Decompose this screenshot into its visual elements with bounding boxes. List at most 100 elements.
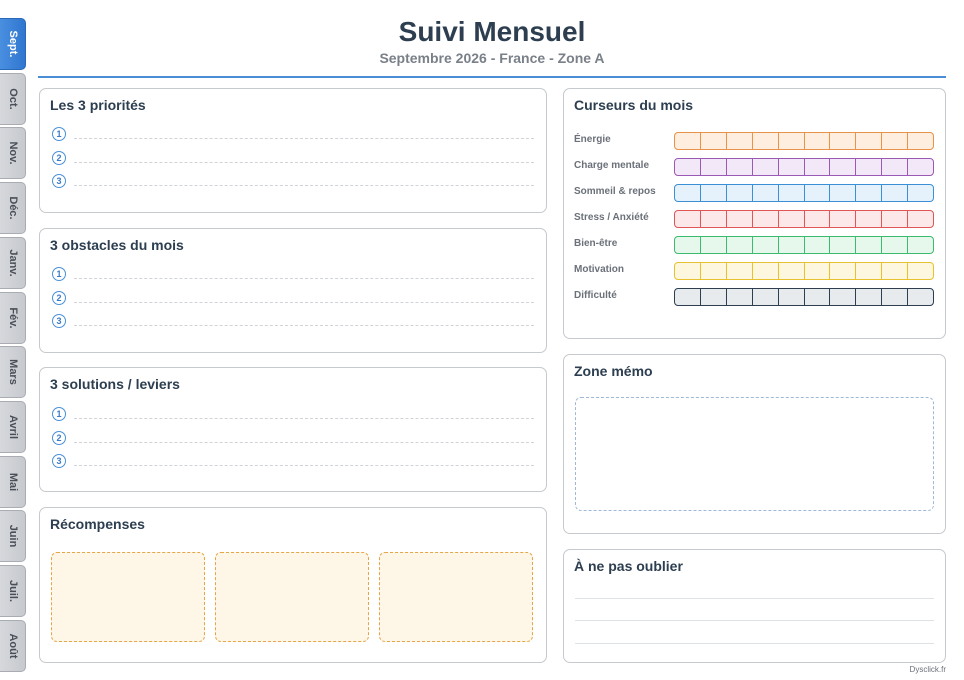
slider-segment[interactable] [701,263,727,279]
month-tab[interactable]: Déc. [0,182,26,235]
month-tab[interactable]: Sept. [0,18,26,70]
slider-segment[interactable] [727,263,753,279]
slider-segment[interactable] [753,185,779,201]
slider-segment[interactable] [675,133,701,149]
reminder-line[interactable] [575,598,934,599]
slider-segment[interactable] [805,133,831,149]
slider-segment[interactable] [856,159,883,175]
slider-segment[interactable] [727,211,753,227]
solutions-item[interactable]: 1 [52,407,534,425]
slider-segment[interactable] [675,211,701,227]
slider-segment[interactable] [805,211,831,227]
reward-box[interactable] [379,552,533,642]
slider-segment[interactable] [830,263,857,279]
slider-segment[interactable] [701,159,727,175]
slider-segment[interactable] [882,237,909,253]
month-tab[interactable]: Nov. [0,127,26,180]
month-tab[interactable]: Juin [0,510,26,563]
obstacles-item[interactable]: 1 [52,267,534,285]
slider-segment[interactable] [675,237,701,253]
priorities-item[interactable]: 1 [52,127,534,145]
slider-segment[interactable] [779,211,805,227]
month-tab[interactable]: Janv. [0,236,26,289]
slider-segment[interactable] [727,289,753,305]
slider-segment[interactable] [856,289,883,305]
slider-segment[interactable] [908,133,933,149]
slider-segment[interactable] [830,159,857,175]
slider-segment[interactable] [908,159,933,175]
slider-scale[interactable] [674,210,934,228]
slider-scale[interactable] [674,132,934,150]
slider-segment[interactable] [908,289,933,305]
slider-segment[interactable] [675,289,701,305]
slider-segment[interactable] [882,263,909,279]
month-tab[interactable]: Oct. [0,72,26,125]
slider-segment[interactable] [727,185,753,201]
slider-segment[interactable] [856,211,883,227]
slider-segment[interactable] [830,237,857,253]
solutions-item[interactable]: 3 [52,454,534,472]
obstacles-item[interactable]: 3 [52,314,534,332]
slider-segment[interactable] [727,237,753,253]
slider-segment[interactable] [701,211,727,227]
slider-segment[interactable] [753,237,779,253]
slider-segment[interactable] [701,133,727,149]
month-tab[interactable]: Mai [0,455,26,508]
slider-segment[interactable] [882,185,909,201]
slider-segment[interactable] [805,159,831,175]
slider-segment[interactable] [830,185,857,201]
slider-scale[interactable] [674,288,934,306]
month-tab[interactable]: Fév. [0,291,26,344]
slider-segment[interactable] [856,237,883,253]
slider-segment[interactable] [882,289,909,305]
slider-segment[interactable] [908,211,933,227]
reminder-line[interactable] [575,643,934,644]
slider-segment[interactable] [856,185,883,201]
slider-segment[interactable] [779,263,805,279]
slider-segment[interactable] [882,159,909,175]
slider-segment[interactable] [779,237,805,253]
slider-segment[interactable] [882,211,909,227]
slider-segment[interactable] [856,133,883,149]
slider-segment[interactable] [701,289,727,305]
slider-segment[interactable] [753,263,779,279]
reward-box[interactable] [51,552,205,642]
priorities-item[interactable]: 2 [52,150,534,169]
month-tab[interactable]: Mars [0,346,26,399]
slider-segment[interactable] [675,185,701,201]
slider-scale[interactable] [674,158,934,176]
slider-segment[interactable] [779,133,805,149]
slider-segment[interactable] [701,237,727,253]
reminder-line[interactable] [575,620,934,621]
obstacles-item[interactable]: 2 [52,290,534,309]
slider-scale[interactable] [674,184,934,202]
slider-segment[interactable] [701,185,727,201]
month-tab[interactable]: Avril [0,400,26,453]
slider-segment[interactable] [779,185,805,201]
slider-scale[interactable] [674,236,934,254]
slider-segment[interactable] [805,237,831,253]
slider-segment[interactable] [908,263,933,279]
slider-segment[interactable] [908,237,933,253]
slider-segment[interactable] [830,211,857,227]
slider-segment[interactable] [727,159,753,175]
slider-segment[interactable] [753,159,779,175]
slider-segment[interactable] [779,289,805,305]
slider-segment[interactable] [908,185,933,201]
month-tab[interactable]: Août [0,619,26,672]
slider-segment[interactable] [779,159,805,175]
priorities-item[interactable]: 3 [52,174,534,192]
slider-segment[interactable] [753,133,779,149]
slider-segment[interactable] [805,185,831,201]
slider-segment[interactable] [805,289,831,305]
slider-segment[interactable] [727,133,753,149]
slider-segment[interactable] [675,263,701,279]
slider-segment[interactable] [882,133,909,149]
slider-segment[interactable] [856,263,883,279]
slider-segment[interactable] [675,159,701,175]
slider-segment[interactable] [805,263,831,279]
memo-area[interactable] [575,397,934,511]
slider-scale[interactable] [674,262,934,280]
slider-segment[interactable] [753,211,779,227]
slider-segment[interactable] [830,289,857,305]
